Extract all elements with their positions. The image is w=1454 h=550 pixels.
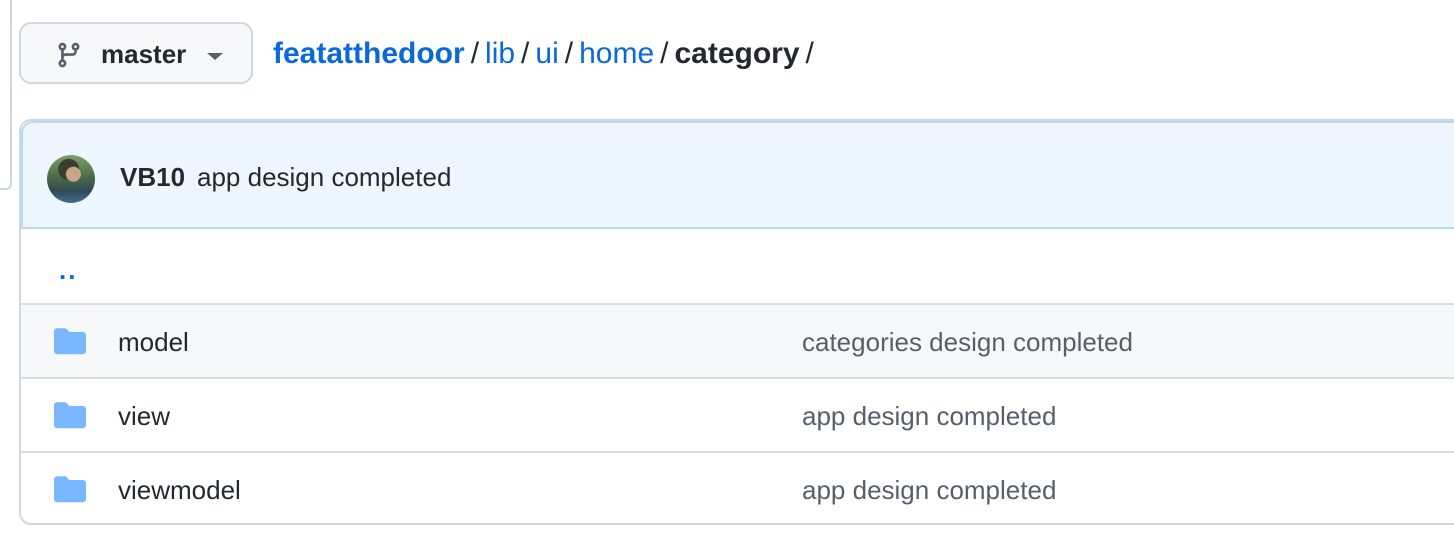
commit-author[interactable]: VB10 (120, 161, 185, 193)
chevron-down-icon (207, 53, 223, 60)
latest-commit-bar: VB10 app design completed (21, 121, 1454, 229)
folder-icon (54, 328, 86, 355)
folder-icon (54, 402, 86, 429)
commit-message[interactable]: app design completed (197, 161, 451, 193)
breadcrumb-separator: / (470, 37, 480, 70)
file-list: VB10 app design completed .. model categ… (19, 119, 1454, 525)
branch-label: master (101, 39, 187, 69)
breadcrumb-repo-link[interactable]: featatthedoor (273, 37, 465, 70)
breadcrumb-separator: / (660, 37, 669, 70)
avatar[interactable] (47, 155, 95, 203)
file-commit-message[interactable]: app design completed (802, 399, 1056, 433)
breadcrumb-separator: / (805, 37, 814, 70)
branch-selector-button[interactable]: master (19, 22, 253, 84)
file-name-link[interactable]: viewmodel (118, 473, 241, 507)
breadcrumb-current: category (674, 37, 800, 70)
file-name-link[interactable]: view (118, 399, 170, 433)
git-branch-icon (58, 42, 80, 68)
breadcrumb-link-ui[interactable]: ui (535, 37, 558, 70)
parent-directory-link[interactable]: .. (59, 255, 77, 286)
file-commit-message[interactable]: app design completed (802, 473, 1056, 507)
file-commit-message[interactable]: categories design completed (802, 325, 1133, 359)
breadcrumb: featatthedoor / lib / ui / home / category / (273, 34, 820, 74)
file-name-link[interactable]: model (118, 325, 189, 359)
breadcrumb-link-home[interactable]: home (579, 37, 654, 70)
list-item[interactable]: model categories design completed (21, 303, 1454, 377)
list-item[interactable]: view app design completed (21, 377, 1454, 451)
breadcrumb-link-lib[interactable]: lib (485, 37, 515, 70)
folder-icon (54, 476, 86, 503)
parent-directory-row[interactable]: .. (21, 229, 1454, 303)
breadcrumb-separator: / (564, 37, 574, 70)
breadcrumb-separator: / (521, 37, 530, 70)
list-item[interactable]: viewmodel app design completed (21, 451, 1454, 523)
side-panel-edge (0, 0, 12, 190)
